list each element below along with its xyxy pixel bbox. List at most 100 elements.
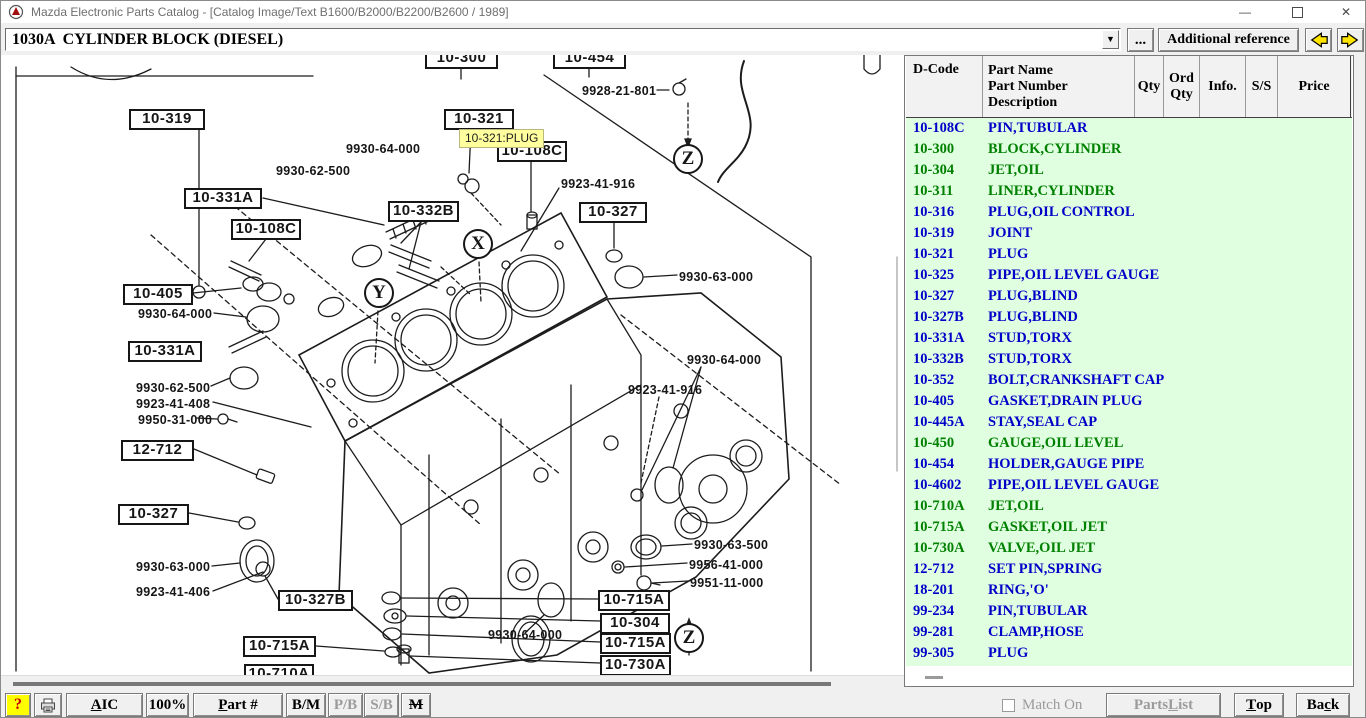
bm-button[interactable]: B/M — [286, 693, 326, 717]
table-row[interactable]: 10-450GAUGE,OIL LEVEL — [906, 433, 1352, 454]
part-d-code[interactable]: 99-305 — [913, 643, 954, 664]
combobox-dropdown-button[interactable]: ▼ — [1102, 30, 1119, 49]
table-row[interactable]: 10-304JET,OIL — [906, 160, 1352, 181]
part-name[interactable]: VALVE,OIL JET — [988, 538, 1095, 559]
close-button[interactable]: ✕ — [1323, 1, 1366, 23]
diagram-part-number[interactable]: 9930-63-000 — [136, 560, 210, 574]
table-row[interactable]: 10-4602PIPE,OIL LEVEL GAUGE — [906, 475, 1352, 496]
table-row[interactable]: 10-321PLUG — [906, 244, 1352, 265]
part-name[interactable]: PIPE,OIL LEVEL GAUGE — [988, 475, 1159, 496]
part-name[interactable]: CLAMP,HOSE — [988, 622, 1084, 643]
diagram-part-number[interactable]: 9930-62-500 — [276, 164, 350, 178]
diagram-part-number[interactable]: 9928-21-801 — [582, 84, 656, 98]
diagram-part-label[interactable]: 10-405 — [123, 284, 193, 305]
part-name[interactable]: PLUG,OIL CONTROL — [988, 202, 1135, 223]
diagram-part-number[interactable]: 9930-64-000 — [346, 142, 420, 156]
m-button[interactable]: M — [401, 693, 431, 717]
part-d-code[interactable]: 10-710A — [913, 496, 965, 517]
diagram-part-number[interactable]: 9956-41-000 — [689, 558, 763, 572]
part-d-code[interactable]: 10-405 — [913, 391, 954, 412]
part-name[interactable]: HOLDER,GAUGE PIPE — [988, 454, 1144, 475]
table-row[interactable]: 18-201 RING,'O' — [906, 580, 1352, 601]
diagram-scrollbar-thumb[interactable] — [13, 682, 831, 686]
part-name[interactable]: BLOCK,CYLINDER — [988, 139, 1121, 160]
table-row[interactable]: 99-305PLUG — [906, 643, 1352, 664]
table-row[interactable]: 10-327BPLUG,BLIND — [906, 307, 1352, 328]
diagram-part-label[interactable]: 10-332B — [388, 201, 459, 222]
part-name[interactable]: JET,OIL — [988, 160, 1044, 181]
part-name[interactable]: LINER,CYLINDER — [988, 181, 1115, 202]
previous-page-button[interactable] — [1305, 28, 1332, 52]
help-button[interactable]: ? — [5, 693, 31, 717]
diagram-part-number[interactable]: 9923-41-916 — [561, 177, 635, 191]
part-name[interactable]: STUD,TORX — [988, 349, 1072, 370]
part-d-code[interactable]: 10-327B — [913, 307, 964, 328]
part-name[interactable]: PIN,TUBULAR — [988, 601, 1088, 622]
diagram-part-label[interactable]: 10-331A — [128, 341, 202, 362]
part-name[interactable]: JOINT — [988, 223, 1032, 244]
part-d-code[interactable]: 10-316 — [913, 202, 954, 223]
diagram-part-label[interactable]: 10-331A — [184, 188, 262, 209]
table-row[interactable]: 10-327PLUG,BLIND — [906, 286, 1352, 307]
part-d-code[interactable]: 10-332B — [913, 349, 964, 370]
part-name[interactable]: GASKET,OIL JET — [988, 517, 1107, 538]
part-d-code[interactable]: 10-454 — [913, 454, 954, 475]
part-d-code[interactable]: 10-311 — [913, 181, 953, 202]
part-name[interactable]: STAY,SEAL CAP — [988, 412, 1097, 433]
table-row[interactable]: 10-325 PIPE,OIL LEVEL GAUGE — [906, 265, 1352, 286]
part-d-code[interactable]: 10-450 — [913, 433, 954, 454]
table-row[interactable]: 10-108CPIN,TUBULAR — [906, 118, 1352, 139]
table-row[interactable]: 10-319 JOINT — [906, 223, 1352, 244]
diagram-part-number[interactable]: 9951-11-000 — [690, 576, 764, 590]
part-name[interactable]: GASKET,DRAIN PLUG — [988, 391, 1142, 412]
part-d-code[interactable]: 10-300 — [913, 139, 954, 160]
part-d-code[interactable]: 10-327 — [913, 286, 954, 307]
part-d-code[interactable]: 18-201 — [913, 580, 954, 601]
part-d-code[interactable]: 10-108C — [913, 118, 965, 139]
diagram-part-number[interactable]: 9930-64-000 — [687, 353, 761, 367]
diagram-part-label[interactable]: 10-327B — [278, 590, 353, 611]
part-d-code[interactable]: 10-730A — [913, 538, 965, 559]
table-row[interactable]: 10-300 BLOCK,CYLINDER — [906, 139, 1352, 160]
diagram-panel[interactable]: 10-30010-45410-31910-32110-108C10-331A10… — [1, 55, 904, 691]
diagram-horizontal-scrollbar[interactable] — [1, 675, 904, 691]
top-button[interactable]: Top — [1234, 693, 1284, 717]
diagram-part-label[interactable]: 10-730A — [600, 655, 671, 676]
part-name[interactable]: JET,OIL — [988, 496, 1044, 517]
table-row[interactable]: 10-730A VALVE,OIL JET — [906, 538, 1352, 559]
print-button[interactable] — [34, 693, 62, 717]
table-row[interactable]: 10-352 BOLT,CRANKSHAFT CAP — [906, 370, 1352, 391]
diagram-part-number[interactable]: 9930-64-000 — [488, 628, 562, 642]
part-name[interactable]: RING,'O' — [988, 580, 1049, 601]
part-d-code[interactable]: 10-319 — [913, 223, 954, 244]
table-scrollbar-thumb[interactable] — [925, 676, 943, 679]
diagram-part-number[interactable]: 9930-63-000 — [679, 270, 753, 284]
part-name[interactable]: PLUG — [988, 244, 1028, 265]
table-row[interactable]: 12-712SET PIN,SPRING — [906, 559, 1352, 580]
table-row[interactable]: 10-332B STUD,TORX — [906, 349, 1352, 370]
diagram-part-number[interactable]: 9930-63-500 — [694, 538, 768, 552]
minimize-button[interactable]: — — [1222, 1, 1268, 23]
diagram-part-number[interactable]: 9923-41-406 — [136, 585, 210, 599]
diagram-part-label[interactable]: 10-304 — [600, 613, 670, 634]
next-page-button[interactable] — [1337, 28, 1364, 52]
part-d-code[interactable]: 10-325 — [913, 265, 954, 286]
diagram-part-label[interactable]: 10-715A — [600, 633, 671, 654]
table-row[interactable]: 10-331ASTUD,TORX — [906, 328, 1352, 349]
diagram-part-label[interactable]: 10-327 — [579, 202, 647, 223]
part-d-code[interactable]: 12-712 — [913, 559, 954, 580]
table-row[interactable]: 10-710A JET,OIL — [906, 496, 1352, 517]
more-options-button[interactable]: ... — [1127, 28, 1154, 52]
part-d-code[interactable]: 99-281 — [913, 622, 954, 643]
part-name[interactable]: PIPE,OIL LEVEL GAUGE — [988, 265, 1159, 286]
diagram-part-number[interactable]: 9923-41-408 — [136, 397, 210, 411]
part-name[interactable]: BOLT,CRANKSHAFT CAP — [988, 370, 1164, 391]
part-name[interactable]: STUD,TORX — [988, 328, 1072, 349]
diagram-part-label[interactable]: 12-712 — [121, 440, 194, 461]
table-row[interactable]: 10-405 GASKET,DRAIN PLUG — [906, 391, 1352, 412]
aic-button[interactable]: AIC — [66, 693, 143, 717]
diagram-part-label[interactable]: 10-321 — [444, 109, 514, 130]
table-row[interactable]: 10-311 LINER,CYLINDER — [906, 181, 1352, 202]
part-d-code[interactable]: 10-352 — [913, 370, 954, 391]
diagram-part-label[interactable]: 10-454 — [553, 55, 626, 69]
